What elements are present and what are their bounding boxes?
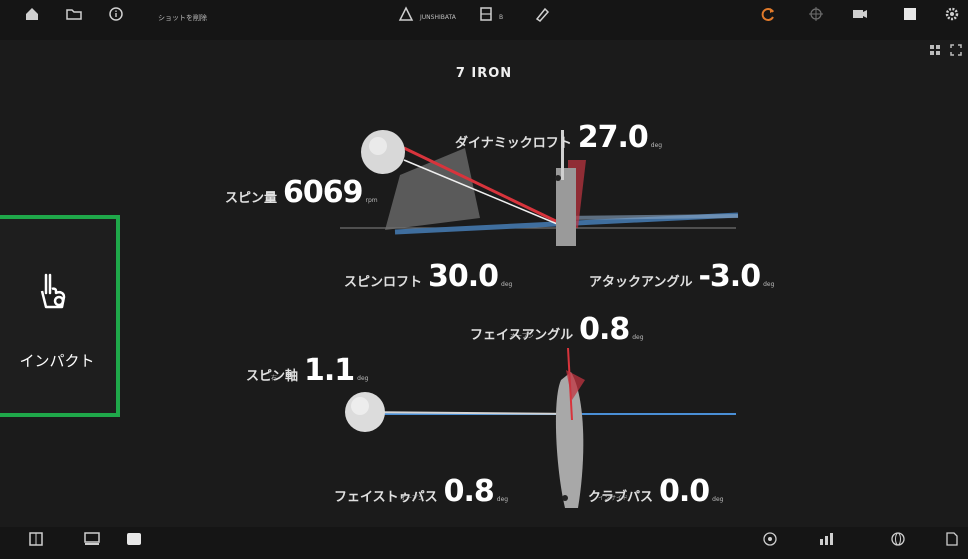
face-angle-metric: フェイスアングル 0.8 deg	[470, 312, 644, 347]
spin-axis-metric: スピン軸 1.1 deg	[246, 353, 369, 388]
attack-angle-shade	[559, 214, 739, 220]
bar-chart-icon	[820, 533, 833, 545]
bottom-toolbar	[0, 527, 968, 559]
face-marker	[555, 175, 561, 181]
impact-label: インパクト	[19, 352, 95, 370]
monitor-button[interactable]	[84, 532, 100, 546]
monitor-icon	[84, 532, 100, 545]
spin-axis-direction: 右	[271, 375, 278, 382]
impact-view-button[interactable]: インパクト	[0, 215, 120, 417]
spin-loft-metric: スピンロフト 30.0 deg	[344, 259, 513, 294]
face-angle-direction: オープン	[510, 333, 534, 340]
dynamic-loft-metric: ダイナミックロフト 27.0 deg	[455, 120, 663, 155]
globe-icon	[891, 532, 905, 546]
hand-tap-icon	[40, 273, 66, 309]
target-button[interactable]	[762, 532, 778, 546]
image-icon	[127, 533, 141, 545]
globe-button[interactable]	[890, 532, 906, 546]
attack-angle-metric: アタックアングル -3.0 deg	[589, 259, 775, 294]
spin-rate-metric: スピン量 6069 rpm	[225, 175, 378, 210]
document-icon	[946, 532, 958, 546]
target-icon	[763, 532, 777, 546]
book-icon	[29, 532, 43, 546]
club-path-direction: インサイド	[598, 495, 629, 502]
face-to-path-metric: フェイストゥパス 0.8 deg	[334, 474, 509, 509]
stats-button[interactable]	[818, 532, 834, 546]
face-to-path-direction: オープン	[400, 495, 424, 502]
club-path-metric: クラブパス 0.0 deg	[588, 474, 724, 509]
document-button[interactable]	[944, 532, 960, 546]
book-button[interactable]	[28, 532, 44, 546]
image-button[interactable]	[126, 532, 142, 546]
